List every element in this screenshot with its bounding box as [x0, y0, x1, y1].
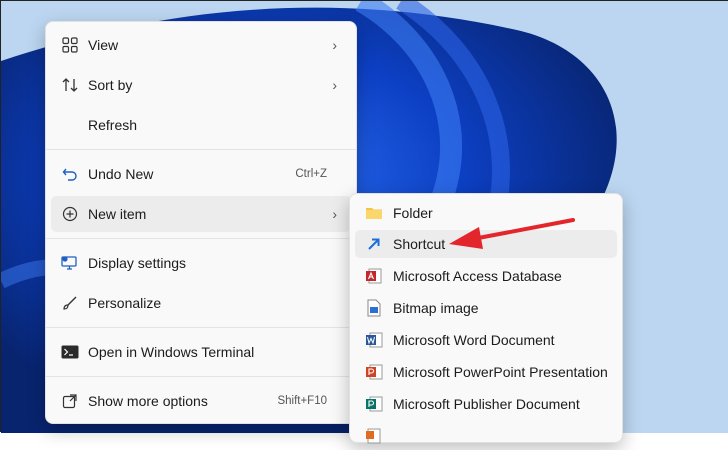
submenu-item-word-document[interactable]: Microsoft Word Document	[355, 326, 617, 354]
chevron-right-icon: ›	[332, 77, 337, 93]
menu-item-open-terminal[interactable]: Open in Windows Terminal	[51, 334, 351, 370]
submenu-item-access-database[interactable]: Microsoft Access Database	[355, 262, 617, 290]
menu-item-display-settings[interactable]: Display settings	[51, 245, 351, 281]
menu-item-label: Display settings	[88, 255, 187, 271]
menu-item-label: Open in Windows Terminal	[88, 344, 255, 360]
menu-item-label: Show more options	[88, 393, 208, 409]
submenu-item-label: Bitmap image	[393, 300, 479, 316]
menu-item-label: New item	[88, 206, 147, 222]
menu-item-label: View	[88, 37, 119, 53]
terminal-icon	[60, 342, 80, 362]
submenu-item-publisher-document[interactable]: Microsoft Publisher Document	[355, 390, 617, 418]
chevron-right-icon: ›	[332, 206, 337, 222]
submenu-item-label: Microsoft PowerPoint Presentation	[393, 364, 608, 380]
menu-item-undo-new[interactable]: Undo New Ctrl+Z	[51, 156, 351, 192]
menu-item-sort-by[interactable]: Sort by ›	[51, 67, 351, 103]
display-settings-icon	[60, 253, 80, 273]
menu-item-label: Sort by	[88, 77, 133, 93]
menu-divider	[46, 376, 356, 377]
open-external-icon	[60, 391, 80, 411]
shortcut-icon	[365, 235, 383, 253]
submenu-item-label: Microsoft Access Database	[393, 268, 562, 284]
submenu-item-bitmap-image[interactable]: Bitmap image	[355, 294, 617, 322]
submenu-item-label: Folder	[393, 205, 433, 221]
menu-item-show-more-options[interactable]: Show more options Shift+F10	[51, 383, 351, 419]
folder-icon	[365, 204, 383, 222]
annotation-arrow	[449, 218, 575, 249]
sort-icon	[60, 75, 80, 95]
menu-item-personalize[interactable]: Personalize	[51, 285, 351, 321]
chevron-right-icon: ›	[332, 37, 337, 53]
keyboard-shortcut: Shift+F10	[277, 395, 327, 407]
word-icon	[365, 331, 383, 349]
brush-icon	[60, 293, 80, 313]
access-icon	[365, 267, 383, 285]
menu-item-label: Personalize	[88, 295, 162, 311]
powerpoint-icon	[365, 363, 383, 381]
menu-divider	[46, 238, 356, 239]
menu-divider	[46, 327, 356, 328]
grid-icon	[60, 35, 80, 55]
menu-divider	[46, 149, 356, 150]
submenu-item-partial[interactable]	[355, 422, 617, 450]
bitmap-icon	[365, 299, 383, 317]
menu-item-refresh[interactable]: Refresh	[51, 107, 351, 143]
keyboard-shortcut: Ctrl+Z	[295, 168, 327, 180]
submenu-item-powerpoint-presentation[interactable]: Microsoft PowerPoint Presentation	[355, 358, 617, 386]
menu-item-new-item[interactable]: New item ›	[51, 196, 351, 232]
document-icon	[365, 427, 383, 445]
add-circle-icon	[60, 204, 80, 224]
menu-item-label: Refresh	[88, 117, 138, 133]
menu-item-view[interactable]: View ›	[51, 27, 351, 63]
menu-item-label: Undo New	[88, 166, 154, 182]
submenu-item-label: Microsoft Publisher Document	[393, 396, 580, 412]
submenu-item-label: Microsoft Word Document	[393, 332, 555, 348]
desktop-context-menu: View › Sort by › Refresh Undo New Ctrl+Z…	[45, 21, 357, 424]
publisher-icon	[365, 395, 383, 413]
undo-icon	[60, 164, 80, 184]
submenu-item-label: Shortcut	[393, 236, 446, 252]
